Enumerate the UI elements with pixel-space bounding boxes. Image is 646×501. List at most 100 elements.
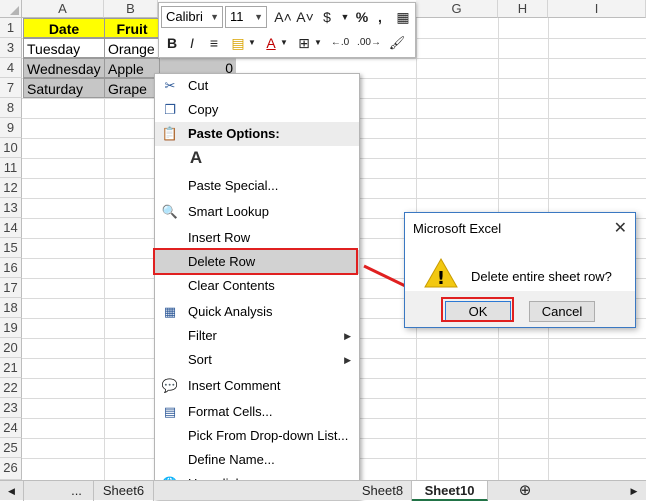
menu-label: Smart Lookup [188, 204, 269, 219]
menu-label: Sort [188, 352, 212, 367]
mini-toolbar: Calibri ▼ 11 ▼ A˄ A˅ $ ▼ % , ▦ B I ≡ ▤ ▼… [158, 2, 416, 58]
row-header-16[interactable]: 16 [0, 258, 22, 278]
menu-item-insert-row[interactable]: Insert Row [155, 226, 359, 250]
row-header-20[interactable]: 20 [0, 338, 22, 358]
menu-item-define-name[interactable]: Define Name... [155, 448, 359, 472]
percent-icon[interactable]: % [353, 6, 371, 28]
cell-b3[interactable]: Orange [104, 38, 160, 58]
col-header-h[interactable]: H [498, 0, 548, 18]
col-header-g[interactable]: G [416, 0, 498, 18]
cell-a1[interactable]: Date [23, 18, 105, 38]
tab-sheet10[interactable]: Sheet10 [412, 481, 488, 501]
quick-analysis-icon: ▦ [163, 304, 177, 319]
table-icon[interactable]: ▦ [393, 6, 413, 28]
font-name-value: Calibri [166, 9, 203, 24]
font-name-combo[interactable]: Calibri ▼ [161, 6, 223, 28]
cell-a4[interactable]: Wednesday [23, 58, 105, 78]
menu-item-sort[interactable]: Sort ▶ [155, 348, 359, 372]
col-header-a[interactable]: A [22, 0, 104, 18]
paste-button[interactable]: A [155, 146, 359, 174]
increase-decimal-icon[interactable]: ←.0 [327, 32, 353, 54]
menu-label: Cut [188, 78, 209, 93]
row-header-25[interactable]: 25 [0, 438, 22, 458]
cell-a7[interactable]: Saturday [23, 78, 105, 98]
row-header-7[interactable]: 7 [0, 78, 22, 98]
row-header-3[interactable]: 3 [0, 38, 22, 58]
menu-item-format-cells[interactable]: ▤ Format Cells... [155, 400, 359, 424]
cell-b4[interactable]: Apple [104, 58, 160, 78]
currency-icon[interactable]: $ [319, 6, 335, 28]
borders-icon[interactable]: ⊞ [295, 32, 313, 54]
select-all-corner[interactable] [0, 0, 22, 18]
font-size-combo[interactable]: 11 ▼ [225, 6, 267, 28]
cell-a3[interactable]: Tuesday [23, 38, 105, 58]
clipboard-icon: 📋 [161, 126, 179, 141]
row-header-19[interactable]: 19 [0, 318, 22, 338]
decrease-decimal-icon[interactable]: .00→ [355, 32, 383, 54]
format-painter-icon[interactable]: 🖌 [387, 32, 407, 54]
row-header-23[interactable]: 23 [0, 398, 22, 418]
row-header-8[interactable]: 8 [0, 98, 22, 118]
italic-icon[interactable]: I [183, 32, 201, 54]
row-header-4[interactable]: 4 [0, 58, 22, 78]
chevron-down-icon[interactable]: ▼ [313, 32, 323, 54]
chevron-down-icon[interactable]: ▼ [247, 32, 257, 54]
submenu-arrow-icon: ▶ [344, 331, 351, 341]
row-header-12[interactable]: 12 [0, 178, 22, 198]
menu-item-pick-list[interactable]: Pick From Drop-down List... [155, 424, 359, 448]
row-header-15[interactable]: 15 [0, 238, 22, 258]
submenu-arrow-icon: ▶ [344, 355, 351, 365]
menu-label: Clear Contents [188, 278, 275, 293]
row-header-1[interactable]: 1 [0, 18, 22, 38]
menu-item-clear-contents[interactable]: Clear Contents [155, 274, 359, 298]
format-cells-icon: ▤ [163, 404, 177, 419]
shrink-font-icon[interactable]: A˅ [295, 6, 315, 28]
menu-item-quick-analysis[interactable]: ▦ Quick Analysis [155, 300, 359, 324]
tab-scroll-right-icon[interactable]: ▶ [622, 481, 646, 501]
menu-label: Quick Analysis [188, 304, 273, 319]
tab-sheet6[interactable]: Sheet6 [94, 481, 154, 501]
bold-icon[interactable]: B [163, 32, 181, 54]
highlight-box-ok [441, 297, 514, 322]
menu-item-copy[interactable]: ❐ Copy [155, 98, 359, 122]
row-header-13[interactable]: 13 [0, 198, 22, 218]
row-header-9[interactable]: 9 [0, 118, 22, 138]
comma-icon[interactable]: , [373, 6, 387, 28]
menu-item-filter[interactable]: Filter ▶ [155, 324, 359, 348]
row-header-10[interactable]: 10 [0, 138, 22, 158]
tab-more[interactable]: ... [60, 481, 94, 501]
menu-item-paste-special[interactable]: Paste Special... [155, 174, 359, 198]
close-icon[interactable]: ✕ [614, 218, 627, 238]
search-icon: 🔍 [161, 204, 179, 219]
fill-color-icon[interactable]: ▤ [229, 32, 247, 54]
col-header-b[interactable]: B [104, 0, 158, 18]
row-header-24[interactable]: 24 [0, 418, 22, 438]
menu-item-cut[interactable]: ✂ Cut [155, 74, 359, 98]
tab-sheet8[interactable]: Sheet8 [354, 481, 412, 501]
col-header-i[interactable]: I [548, 0, 646, 18]
cell-b1[interactable]: Fruit [104, 18, 160, 38]
scissors-icon: ✂ [164, 78, 176, 93]
warning-icon: ! [424, 257, 458, 289]
row-header-14[interactable]: 14 [0, 218, 22, 238]
menu-label: Format Cells... [188, 404, 273, 419]
menu-item-insert-comment[interactable]: 💬 Insert Comment [155, 374, 359, 398]
align-center-icon[interactable]: ≡ [205, 32, 223, 54]
font-color-icon[interactable]: A [263, 32, 279, 54]
tab-scroll-left-icon[interactable]: ◀ [0, 481, 24, 501]
grow-font-icon[interactable]: A˄ [273, 6, 293, 28]
add-sheet-icon[interactable]: ⊕ [508, 481, 542, 501]
sheet-tab-bar: ◀ ... Sheet6 Sheet8 Sheet10 ⊕ ▶ [0, 480, 646, 501]
row-header-17[interactable]: 17 [0, 278, 22, 298]
row-header-22[interactable]: 22 [0, 378, 22, 398]
cancel-button[interactable]: Cancel [529, 301, 595, 322]
chevron-down-icon[interactable]: ▼ [339, 6, 351, 28]
row-header-11[interactable]: 11 [0, 158, 22, 178]
chevron-down-icon[interactable]: ▼ [279, 32, 289, 54]
highlight-box-delete-row [153, 248, 358, 275]
row-header-18[interactable]: 18 [0, 298, 22, 318]
row-header-26[interactable]: 26 [0, 458, 22, 480]
menu-item-smart-lookup[interactable]: 🔍 Smart Lookup [155, 200, 359, 224]
cell-b7[interactable]: Grape [104, 78, 160, 98]
row-header-21[interactable]: 21 [0, 358, 22, 378]
